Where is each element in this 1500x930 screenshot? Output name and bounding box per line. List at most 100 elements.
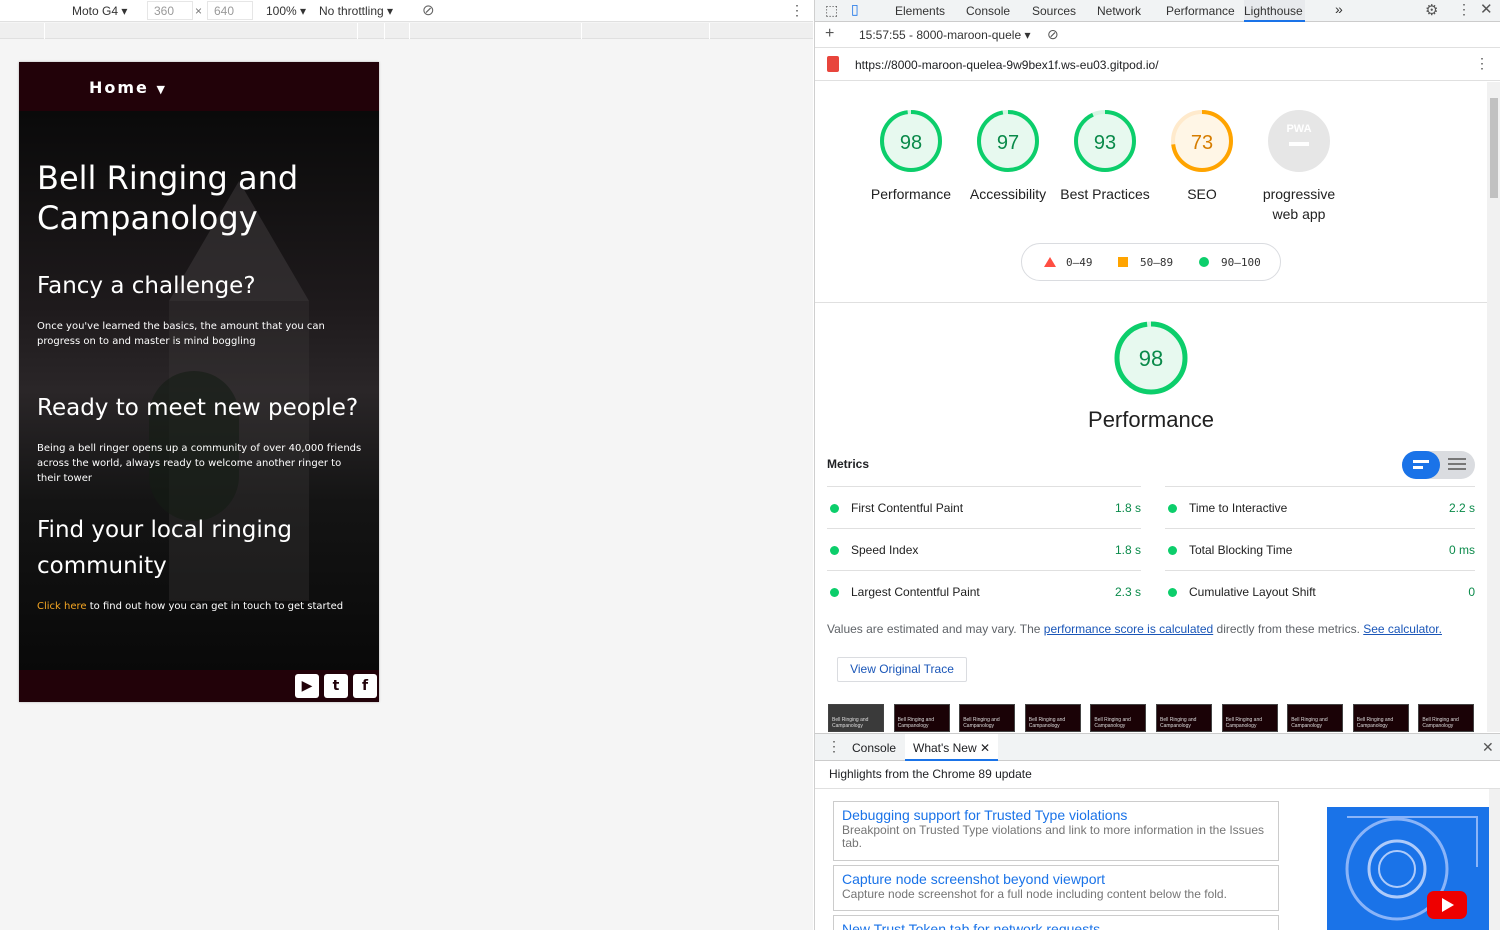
device-toolbar: Moto G4 ▾ 360 × 640 100% ▾ No throttling… — [0, 0, 813, 22]
pass-dot-icon — [830, 588, 839, 597]
rotate-icon[interactable]: ⊘ — [422, 1, 435, 19]
click-here-link[interactable]: Click here — [37, 601, 87, 612]
more-options-icon[interactable]: ⋮ — [790, 2, 804, 19]
width-input[interactable]: 360 — [147, 1, 193, 20]
frame-title: Bell Ringing and Campanology — [1356, 717, 1394, 729]
twitter-icon[interactable]: t — [324, 674, 348, 698]
whats-new-card[interactable]: Debugging support for Trusted Type viola… — [833, 801, 1279, 861]
ruler-segment[interactable] — [385, 23, 410, 39]
metric-name: Cumulative Layout Shift — [1189, 585, 1316, 599]
tab-performance[interactable]: Performance — [1166, 4, 1235, 18]
ruler-segment[interactable] — [0, 23, 45, 39]
close-tab-icon[interactable]: ✕ — [980, 741, 990, 755]
ruler-segment[interactable] — [582, 23, 710, 39]
metrics-view-toggle[interactable] — [1402, 451, 1475, 479]
gauge-label: Performance — [870, 186, 952, 202]
see-calculator-link[interactable]: See calculator. — [1363, 622, 1442, 636]
score-calculated-link[interactable]: performance score is calculated — [1044, 622, 1213, 636]
more-tabs-icon[interactable]: » — [1335, 1, 1343, 17]
tab-sources[interactable]: Sources — [1032, 4, 1076, 18]
card-title[interactable]: Capture node screenshot beyond viewport — [842, 870, 1270, 888]
filmstrip-frame: Bell Ringing and Campanology — [1418, 704, 1475, 732]
score-gauge[interactable]: 98 Performance — [866, 108, 956, 204]
youtube-play-icon[interactable] — [1427, 891, 1467, 919]
facebook-icon[interactable]: f — [353, 674, 377, 698]
report-selector[interactable]: 15:57:55 - 8000-maroon-quele ▾ — [859, 28, 1030, 42]
report-menu-icon[interactable]: ⋮ — [1475, 55, 1489, 72]
clear-reports-icon[interactable]: ⊘ — [1047, 26, 1059, 43]
score-gauge[interactable]: 73 SEO — [1157, 108, 1247, 204]
card-title[interactable]: Debugging support for Trusted Type viola… — [842, 806, 1270, 824]
tab-console[interactable]: Console — [966, 4, 1010, 18]
view-original-trace-button[interactable]: View Original Trace — [837, 657, 967, 682]
tab-elements[interactable]: Elements — [895, 4, 945, 18]
devtools-tabbar: ⬚ ▯ Elements Console Sources Network Per… — [815, 0, 1500, 22]
gauge-ring: 73 — [1171, 110, 1233, 172]
pass-circle-icon — [1199, 257, 1209, 267]
site-navbar: Home ▼ — [19, 62, 379, 111]
drawer-scrollbar[interactable] — [1489, 789, 1500, 930]
close-drawer-icon[interactable]: ✕ — [1482, 739, 1494, 756]
whats-new-card[interactable]: Capture node screenshot beyond viewport … — [833, 865, 1279, 911]
drawer-menu-icon[interactable]: ⋮ — [827, 738, 841, 755]
compact-lines-icon-part — [1413, 466, 1423, 469]
gauge-label: Accessibility — [969, 186, 1047, 202]
device-select[interactable]: Moto G4 ▾ — [72, 4, 127, 18]
drawer-tab-console[interactable]: Console — [852, 741, 896, 755]
score-gauge[interactable]: 97 Accessibility — [963, 108, 1053, 204]
expanded-lines-icon[interactable] — [1448, 458, 1466, 460]
section-text: Click here to find out how you can get i… — [37, 599, 362, 614]
filmstrip-frame: Bell Ringing and Campanology — [1352, 704, 1409, 732]
card-title[interactable]: New Trust Token tab for network requests — [842, 920, 1270, 930]
device-label: Moto G4 — [72, 4, 119, 18]
score-gauge[interactable]: PWA progressive web app — [1254, 108, 1344, 224]
note-text-mid: directly from these metrics. — [1213, 622, 1364, 636]
score-gauge[interactable]: 93 Best Practices — [1060, 108, 1150, 204]
metric-row[interactable]: Time to Interactive 2.2 s — [1165, 486, 1475, 528]
filmstrip-frame: Bell Ringing and Campanology — [1156, 704, 1212, 732]
height-input[interactable]: 640 — [207, 1, 253, 20]
report-url[interactable]: https://8000-maroon-quelea-9w9bex1f.ws-e… — [855, 58, 1159, 72]
inspect-element-icon[interactable]: ⬚ — [825, 2, 838, 19]
metric-name: Largest Contentful Paint — [851, 585, 980, 599]
media-query-bar[interactable] — [0, 23, 813, 39]
metric-value: 0 ms — [1448, 543, 1475, 557]
caret-down-icon: ▼ — [156, 83, 167, 96]
throttling-select[interactable]: No throttling ▾ — [319, 4, 393, 18]
nav-home-dropdown[interactable]: Home ▼ — [89, 78, 167, 97]
report-scrollbar[interactable] — [1487, 82, 1500, 732]
settings-gear-icon[interactable]: ⚙ — [1425, 1, 1438, 19]
big-score-value: 98 — [1139, 346, 1163, 371]
average-square-icon — [1118, 257, 1128, 267]
performance-big-gauge: 98 — [1114, 321, 1188, 395]
zoom-select[interactable]: 100% ▾ — [266, 4, 306, 18]
tab-lighthouse[interactable]: Lighthouse — [1244, 0, 1305, 22]
gauge-ring: 98 — [880, 110, 942, 172]
metric-row[interactable]: Largest Contentful Paint 2.3 s — [827, 570, 1141, 612]
drawer-tabbar: ⋮ Console What's New ✕ ✕ — [815, 734, 1500, 761]
drawer-tab-whats-new[interactable]: What's New ✕ — [905, 734, 999, 761]
close-devtools-icon[interactable]: ✕ — [1480, 0, 1493, 18]
youtube-icon[interactable]: ▶ — [295, 674, 319, 698]
device-mode-icon[interactable]: ▯ — [851, 1, 859, 18]
gauge-track — [1268, 110, 1330, 172]
link-suffix-text: to find out how you can get in touch to … — [86, 601, 344, 612]
ruler-segment[interactable] — [410, 23, 582, 39]
pass-dot-icon — [1168, 546, 1177, 555]
scrollbar-thumb[interactable] — [1490, 98, 1498, 198]
whats-new-video-thumbnail[interactable] — [1327, 807, 1489, 930]
frame-title: Bell Ringing and Campanology — [1094, 717, 1131, 729]
ruler-segment[interactable] — [45, 23, 358, 39]
ruler-segment[interactable] — [358, 23, 385, 39]
metric-row[interactable]: Speed Index 1.8 s — [827, 528, 1141, 570]
metric-row[interactable]: Total Blocking Time 0 ms — [1165, 528, 1475, 570]
toggle-compact-option[interactable] — [1402, 451, 1440, 479]
new-report-plus-icon[interactable]: + — [825, 25, 834, 43]
customize-menu-icon[interactable]: ⋮ — [1457, 1, 1471, 18]
tab-network[interactable]: Network — [1097, 4, 1141, 18]
metric-row[interactable]: First Contentful Paint 1.8 s — [827, 486, 1141, 528]
device-emulation-pane: Moto G4 ▾ 360 × 640 100% ▾ No throttling… — [0, 0, 813, 930]
gauge-ring: 93 — [1074, 110, 1136, 172]
metric-row[interactable]: Cumulative Layout Shift 0 — [1165, 570, 1475, 612]
whats-new-card[interactable]: New Trust Token tab for network requests — [833, 915, 1279, 930]
